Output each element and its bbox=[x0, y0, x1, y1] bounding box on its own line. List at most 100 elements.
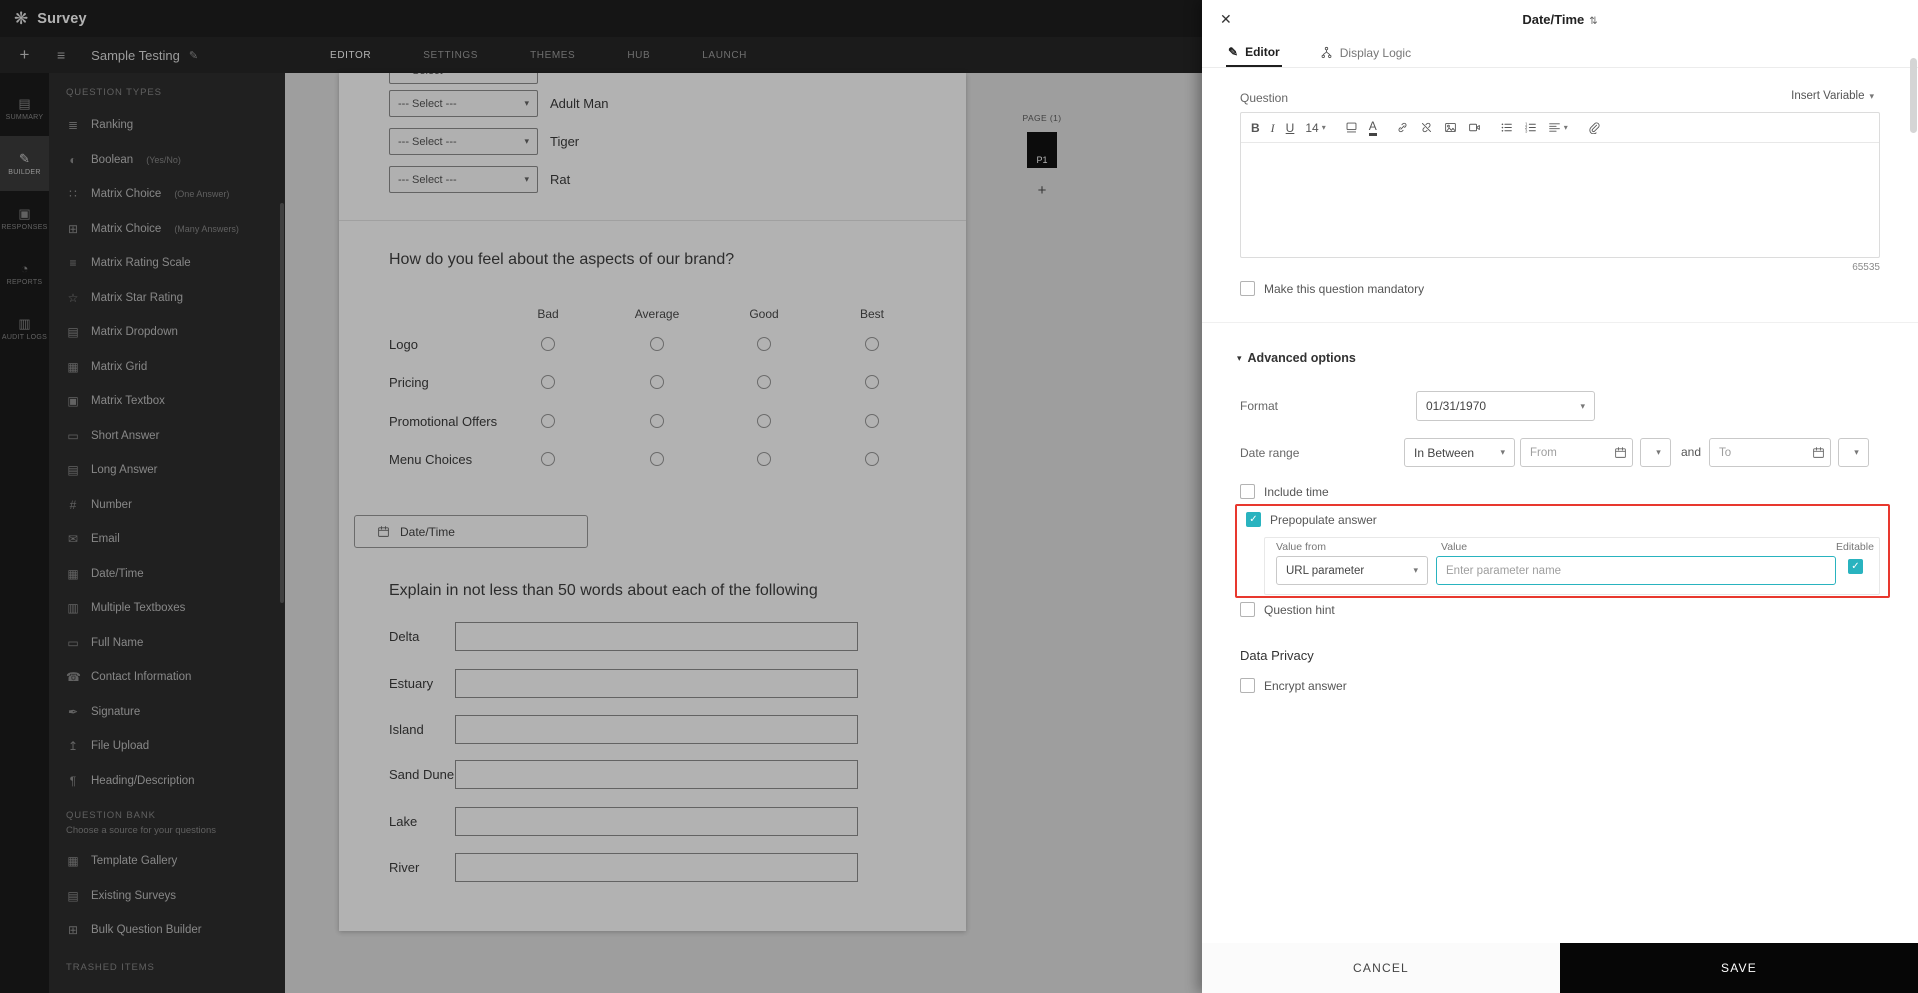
to-unit-select[interactable]: ▾ bbox=[1838, 438, 1869, 467]
bullet-list-button[interactable] bbox=[1500, 121, 1513, 134]
matrix-radio[interactable] bbox=[541, 375, 555, 389]
question-type-item[interactable]: ▭ Full Name bbox=[49, 626, 285, 661]
question-type-item[interactable]: ▣ Matrix Textbox bbox=[49, 384, 285, 419]
question-type-item[interactable]: ¶ Heading/Description bbox=[49, 764, 285, 799]
matrix-radio[interactable] bbox=[757, 337, 771, 351]
question-type-item[interactable]: ▭ Short Answer bbox=[49, 419, 285, 454]
unlink-button[interactable] bbox=[1420, 121, 1433, 134]
include-time-checkbox[interactable] bbox=[1240, 484, 1255, 499]
matrix-radio[interactable] bbox=[650, 452, 664, 466]
page-thumbnail[interactable]: P1 bbox=[1027, 132, 1057, 168]
question-type-item[interactable]: ▤ Matrix Dropdown bbox=[49, 315, 285, 350]
align-button[interactable]: ▾ bbox=[1548, 121, 1568, 134]
matrix-radio[interactable] bbox=[650, 414, 664, 428]
question-type-item[interactable]: ✉ Email bbox=[49, 522, 285, 557]
add-page-button[interactable]: + bbox=[1012, 182, 1072, 199]
datetime-question-block[interactable]: Date/Time bbox=[354, 515, 588, 548]
drawer-scrollbar[interactable] bbox=[1910, 58, 1917, 133]
reorder-icon[interactable]: ⇅ bbox=[1589, 16, 1597, 27]
numbered-list-button[interactable]: 123 bbox=[1524, 121, 1537, 134]
matrix-radio[interactable] bbox=[650, 375, 664, 389]
text-color-button[interactable]: A bbox=[1368, 120, 1377, 136]
question-type-item[interactable]: ▦ Matrix Grid bbox=[49, 350, 285, 385]
question-text-area[interactable] bbox=[1241, 143, 1879, 258]
mandatory-checkbox[interactable] bbox=[1240, 281, 1255, 296]
list-icon[interactable]: ≡ bbox=[57, 47, 65, 63]
question-type-item[interactable]: ⊞ Matrix Choice (Many Answers) bbox=[49, 212, 285, 247]
tab-hub[interactable]: HUB bbox=[627, 50, 650, 61]
rail-item-reports[interactable]: ◔ REPORTS bbox=[0, 246, 49, 301]
textbox-input[interactable] bbox=[455, 622, 858, 651]
editable-checkbox[interactable] bbox=[1848, 559, 1863, 574]
question-type-item[interactable]: ↥ File Upload bbox=[49, 729, 285, 764]
cancel-button[interactable]: CANCEL bbox=[1202, 943, 1560, 993]
question-type-item[interactable]: ▥ Multiple Textboxes bbox=[49, 591, 285, 626]
matrix-radio[interactable] bbox=[865, 375, 879, 389]
tab-editor-top[interactable]: EDITOR bbox=[330, 50, 371, 61]
rail-item-summary[interactable]: ▤ SUMMARY bbox=[0, 81, 49, 136]
rail-item-audit-logs[interactable]: ▥ AUDIT LOGS bbox=[0, 301, 49, 356]
matrix-radio[interactable] bbox=[757, 375, 771, 389]
question-type-item[interactable]: ☆ Matrix Star Rating bbox=[49, 281, 285, 316]
underline-button[interactable]: U bbox=[1286, 122, 1295, 134]
question-hint-checkbox[interactable] bbox=[1240, 602, 1255, 617]
edit-name-icon[interactable]: ✎ bbox=[189, 49, 198, 62]
bank-item-template-gallery[interactable]: ▦ Template Gallery bbox=[49, 844, 285, 879]
matrix-radio[interactable] bbox=[541, 452, 555, 466]
tab-settings[interactable]: SETTINGS bbox=[423, 50, 478, 61]
question-type-item[interactable]: ☎ Contact Information bbox=[49, 660, 285, 695]
answer-select[interactable]: --- Select --- ▾ bbox=[389, 73, 538, 84]
answer-select[interactable]: --- Select --- ▾ bbox=[389, 90, 538, 117]
attach-button[interactable] bbox=[1587, 121, 1600, 134]
video-button[interactable] bbox=[1468, 121, 1481, 134]
save-button[interactable]: SAVE bbox=[1560, 943, 1918, 993]
matrix-radio[interactable] bbox=[757, 452, 771, 466]
link-button[interactable] bbox=[1396, 121, 1409, 134]
textbox-input[interactable] bbox=[455, 715, 858, 744]
textbox-input[interactable] bbox=[455, 760, 858, 789]
tab-launch[interactable]: LAUNCH bbox=[702, 50, 747, 61]
format-select[interactable]: 01/31/1970 ▾ bbox=[1416, 391, 1595, 421]
matrix-radio[interactable] bbox=[650, 337, 664, 351]
matrix-radio[interactable] bbox=[541, 337, 555, 351]
question-type-item[interactable]: ≣ Ranking bbox=[49, 108, 285, 143]
font-size-select[interactable]: 14 ▾ bbox=[1305, 122, 1325, 134]
encrypt-answer-checkbox[interactable] bbox=[1240, 678, 1255, 693]
prepopulate-checkbox[interactable] bbox=[1246, 512, 1261, 527]
calendar-icon[interactable] bbox=[1812, 446, 1825, 459]
italic-button[interactable]: I bbox=[1271, 122, 1275, 134]
answer-select[interactable]: --- Select --- ▾ bbox=[389, 166, 538, 193]
matrix-radio[interactable] bbox=[757, 414, 771, 428]
date-range-select[interactable]: In Between ▾ bbox=[1404, 438, 1515, 467]
matrix-radio[interactable] bbox=[865, 337, 879, 351]
question-type-item[interactable]: ✒ Signature bbox=[49, 695, 285, 730]
matrix-radio[interactable] bbox=[541, 414, 555, 428]
matrix-radio[interactable] bbox=[865, 414, 879, 428]
highlight-color-button[interactable] bbox=[1345, 121, 1358, 134]
image-button[interactable] bbox=[1444, 121, 1457, 134]
question-type-item[interactable]: ▦ Date/Time bbox=[49, 557, 285, 592]
bold-button[interactable]: B bbox=[1251, 122, 1260, 134]
add-icon[interactable]: + bbox=[0, 45, 49, 65]
from-unit-select[interactable]: ▾ bbox=[1640, 438, 1671, 467]
insert-variable-button[interactable]: Insert Variable ▾ bbox=[1791, 90, 1874, 102]
matrix-radio[interactable] bbox=[865, 452, 879, 466]
tab-themes[interactable]: THEMES bbox=[530, 50, 575, 61]
textbox-input[interactable] bbox=[455, 669, 858, 698]
textbox-input[interactable] bbox=[455, 853, 858, 882]
parameter-name-input[interactable] bbox=[1436, 556, 1836, 585]
value-from-select[interactable]: URL parameter ▾ bbox=[1276, 556, 1428, 585]
bank-item-bulk-question-builder[interactable]: ⊞ Bulk Question Builder bbox=[49, 913, 285, 948]
rail-item-responses[interactable]: ▣ RESPONSES bbox=[0, 191, 49, 246]
advanced-options-toggle[interactable]: ▾ Advanced options bbox=[1237, 351, 1356, 365]
tab-editor[interactable]: ✎ Editor bbox=[1226, 38, 1282, 67]
panel-scrollbar[interactable] bbox=[280, 203, 284, 603]
tab-display-logic[interactable]: Display Logic bbox=[1318, 38, 1413, 67]
question-type-item[interactable]: # Number bbox=[49, 488, 285, 523]
textbox-input[interactable] bbox=[455, 807, 858, 836]
calendar-icon[interactable] bbox=[1614, 446, 1627, 459]
question-type-item[interactable]: ◐ Boolean (Yes/No) bbox=[49, 143, 285, 178]
question-type-item[interactable]: ∷ Matrix Choice (One Answer) bbox=[49, 177, 285, 212]
bank-item-existing-surveys[interactable]: ▤ Existing Surveys bbox=[49, 879, 285, 914]
question-type-item[interactable]: ▤ Long Answer bbox=[49, 453, 285, 488]
